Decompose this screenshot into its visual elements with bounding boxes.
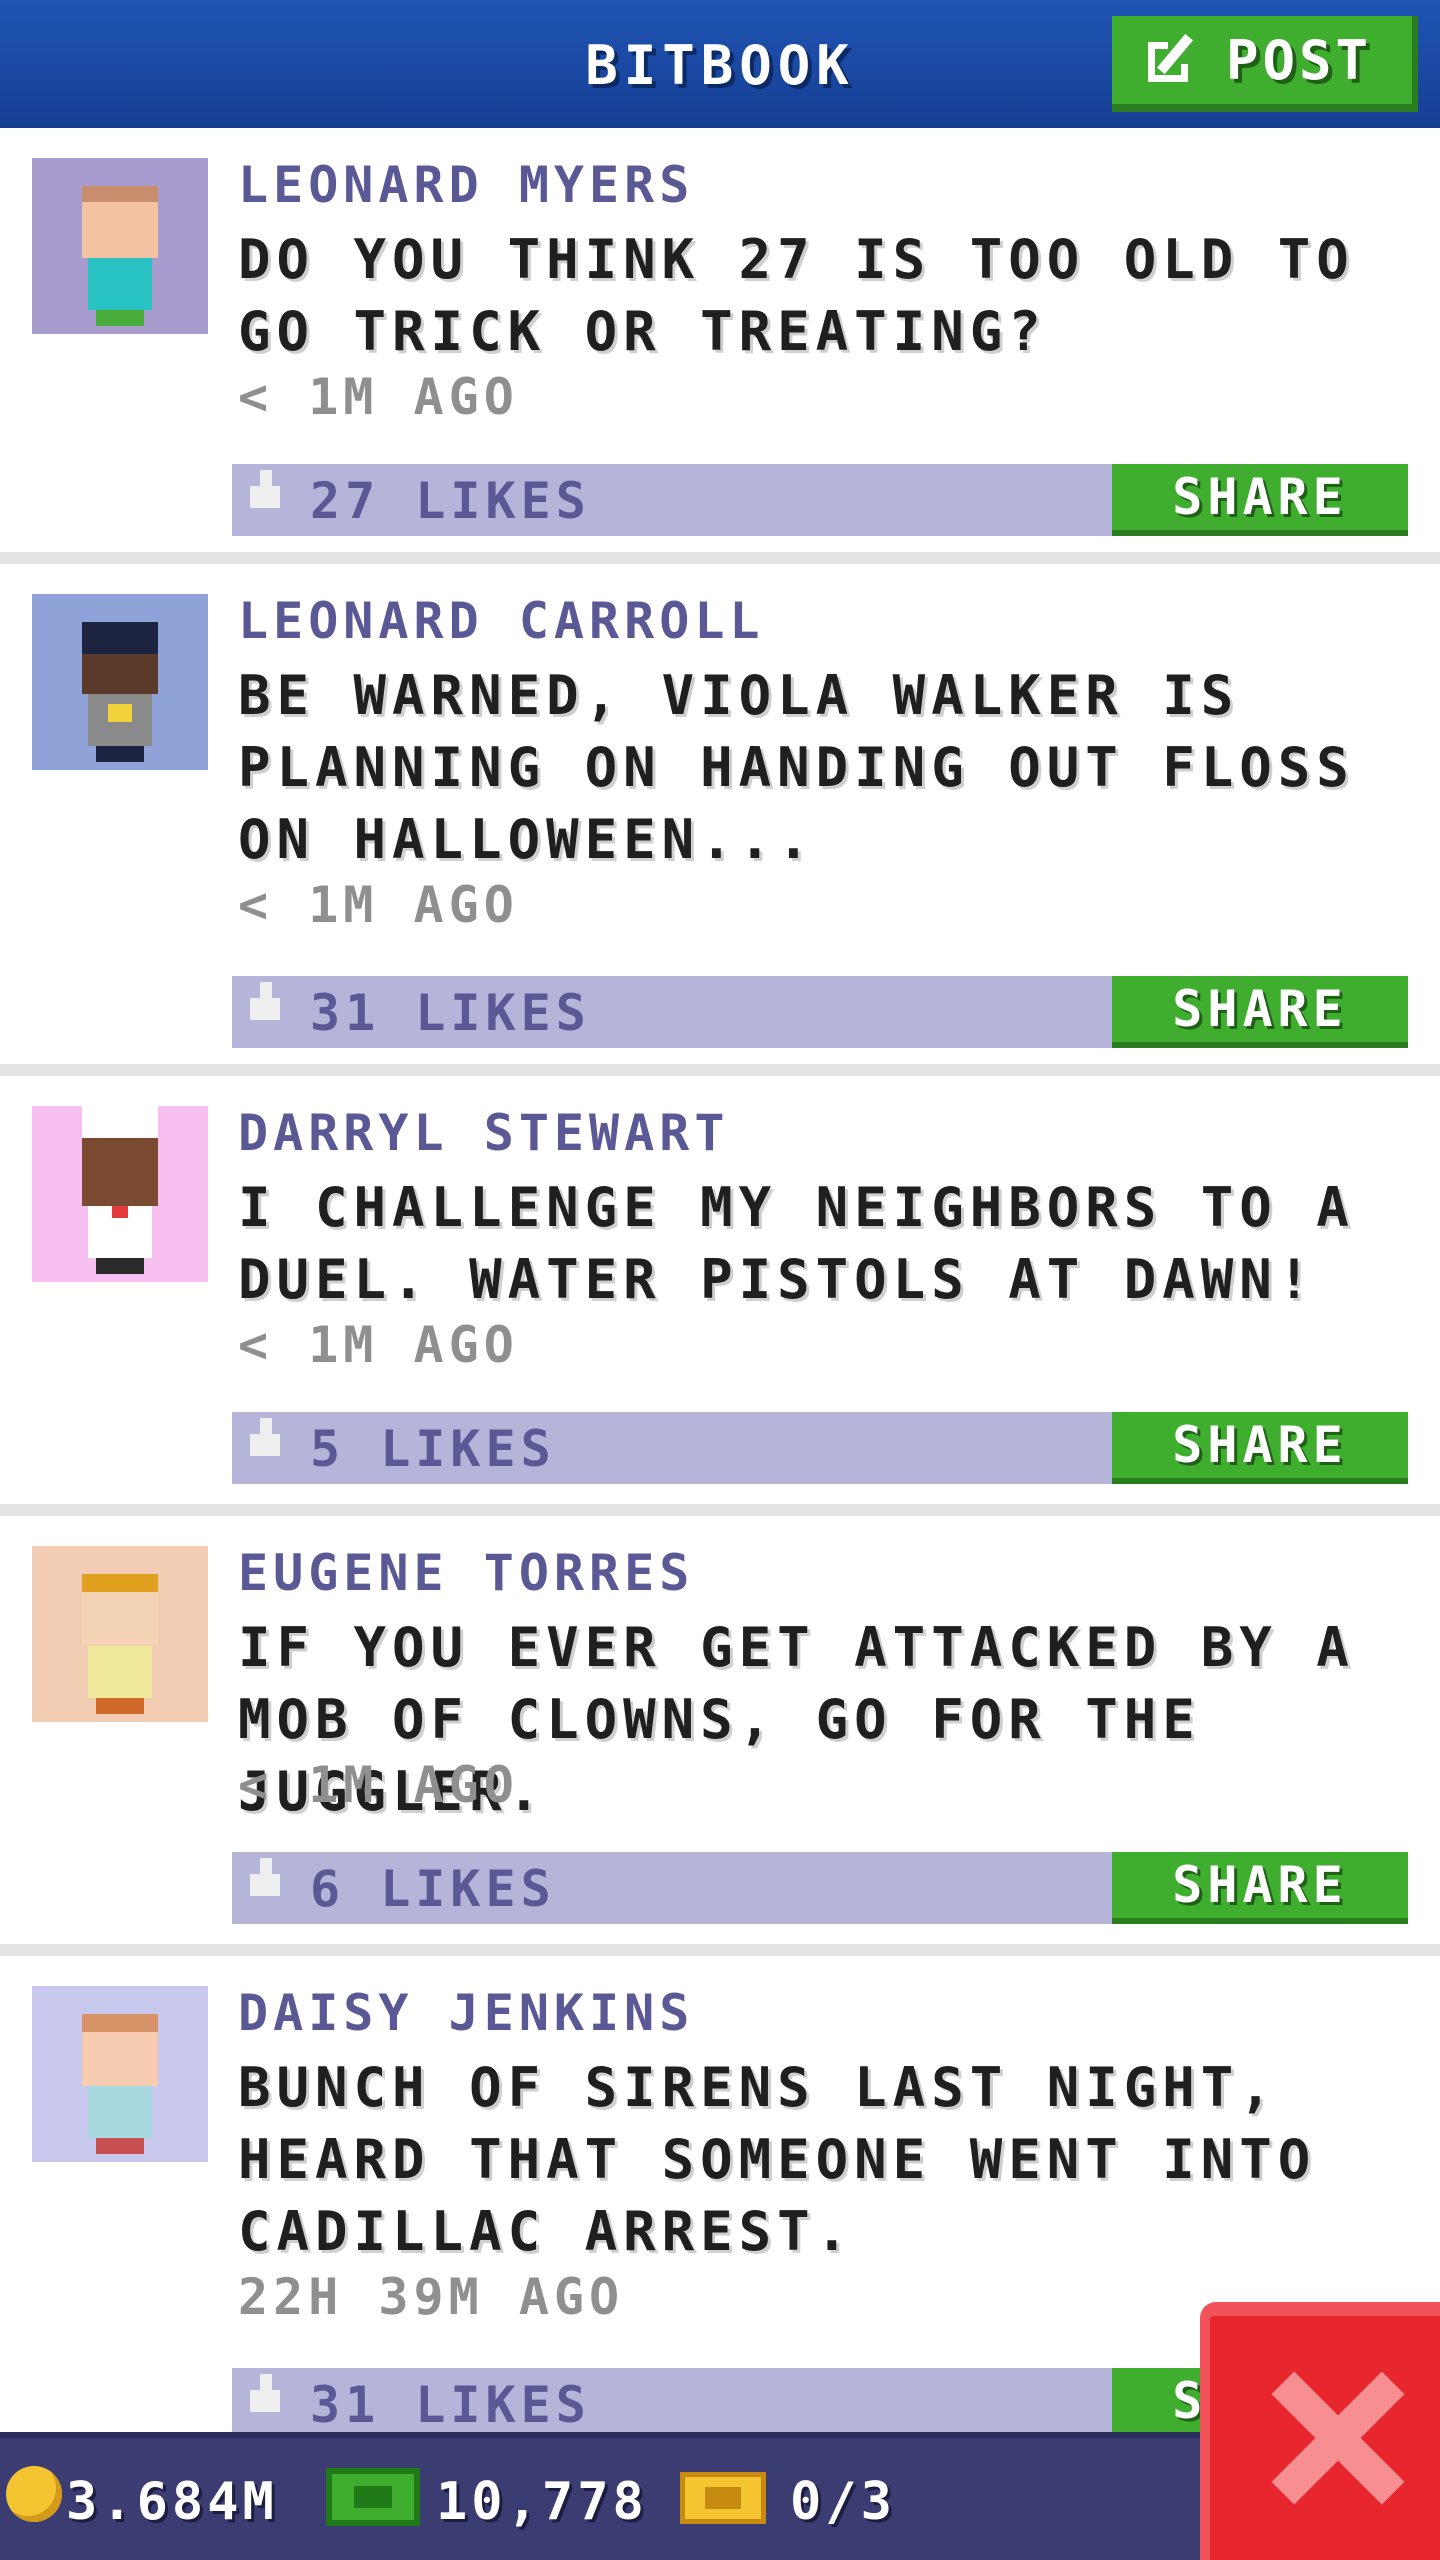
author-name[interactable]: EUGENE TORRES <box>238 1544 694 1602</box>
avatar <box>32 1986 208 2162</box>
close-button[interactable] <box>1200 2302 1440 2560</box>
likes-count: 6 LIKES <box>310 1860 556 1918</box>
post-time: < 1M AGO <box>238 368 519 426</box>
post-time: < 1M AGO <box>238 1756 519 1814</box>
post-time: < 1M AGO <box>238 876 519 934</box>
thumbs-up-icon[interactable] <box>250 2374 280 2418</box>
coin-icon <box>6 2466 62 2522</box>
feed-post: LEONARD MYERS DO YOU THINK 27 IS TOO OLD… <box>0 128 1440 564</box>
likes-count: 27 LIKES <box>310 472 591 530</box>
avatar <box>32 1546 208 1722</box>
feed-post: DARRYL STEWART I CHALLENGE MY NEIGHBORS … <box>0 1076 1440 1516</box>
edit-icon <box>1148 32 1204 88</box>
coins-count: 3.684M <box>66 2472 278 2532</box>
vip-ticket-icon <box>680 2472 766 2524</box>
post-text: BE WARNED, VIOLA WALKER IS PLANNING ON H… <box>238 664 1355 871</box>
thumbs-up-icon[interactable] <box>250 982 280 1026</box>
author-name[interactable]: LEONARD CARROLL <box>238 592 765 650</box>
post-button-label: POST <box>1226 28 1373 92</box>
bux-count: 10,778 <box>436 2472 648 2532</box>
likes-count: 31 LIKES <box>310 984 591 1042</box>
close-icon <box>1268 2368 1408 2508</box>
likes-count: 5 LIKES <box>310 1420 556 1478</box>
feed-post: EUGENE TORRES IF YOU EVER GET ATTACKED B… <box>0 1516 1440 1956</box>
tickets-count: 0/3 <box>790 2472 896 2532</box>
likes-bar: 27 LIKES SHARE <box>232 464 1408 536</box>
avatar <box>32 594 208 770</box>
post-time: < 1M AGO <box>238 1316 519 1374</box>
share-button[interactable]: SHARE <box>1112 464 1408 536</box>
likes-bar: 31 LIKES SHARE <box>232 976 1408 1048</box>
avatar <box>32 1098 208 1282</box>
author-name[interactable]: LEONARD MYERS <box>238 156 694 214</box>
app-header: BITBOOK POST <box>0 0 1440 128</box>
post-text: BUNCH OF SIRENS LAST NIGHT, HEARD THAT S… <box>238 2056 1317 2263</box>
thumbs-up-icon[interactable] <box>250 470 280 514</box>
share-button[interactable]: SHARE <box>1112 1852 1408 1924</box>
post-button[interactable]: POST <box>1112 16 1418 112</box>
avatar <box>32 158 208 334</box>
likes-bar: 6 LIKES SHARE <box>232 1852 1408 1924</box>
post-text: I CHALLENGE MY NEIGHBORS TO A DUEL. WATE… <box>238 1176 1355 1311</box>
share-button[interactable]: SHARE <box>1112 976 1408 1048</box>
feed-post: LEONARD CARROLL BE WARNED, VIOLA WALKER … <box>0 564 1440 1076</box>
bux-icon <box>326 2468 420 2526</box>
post-text: DO YOU THINK 27 IS TOO OLD TO GO TRICK O… <box>238 228 1355 363</box>
likes-count: 31 LIKES <box>310 2376 591 2434</box>
share-button[interactable]: SHARE <box>1112 1412 1408 1484</box>
author-name[interactable]: DAISY JENKINS <box>238 1984 694 2042</box>
feed: LEONARD MYERS DO YOU THINK 27 IS TOO OLD… <box>0 128 1440 2476</box>
thumbs-up-icon[interactable] <box>250 1418 280 1462</box>
thumbs-up-icon[interactable] <box>250 1858 280 1902</box>
likes-bar: 5 LIKES SHARE <box>232 1412 1408 1484</box>
author-name[interactable]: DARRYL STEWART <box>238 1104 729 1162</box>
post-time: 22H 39M AGO <box>238 2268 625 2326</box>
